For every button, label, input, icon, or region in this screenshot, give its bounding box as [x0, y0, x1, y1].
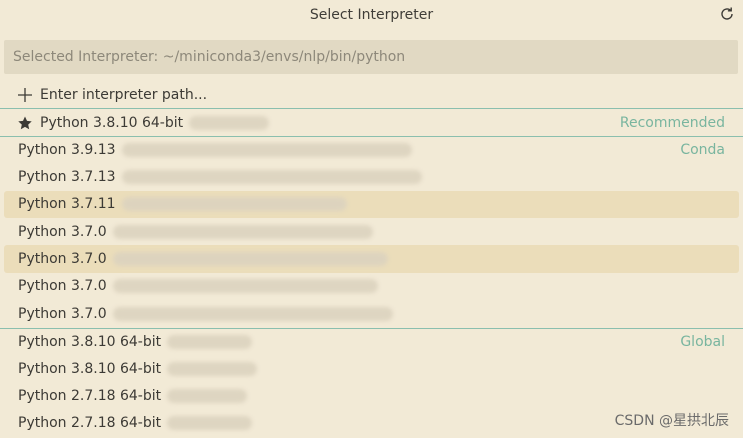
redacted-path [121, 197, 347, 212]
interpreter-label: Python 3.7.13 [18, 168, 116, 185]
recommended-tag: Recommended [619, 114, 725, 131]
plus-icon [18, 87, 32, 102]
redacted-path [189, 115, 270, 130]
interpreter-item-global-3[interactable]: Python 2.7.18 64-bit [4, 382, 739, 409]
redacted-path [112, 279, 378, 294]
redacted-path [121, 169, 422, 184]
star-icon-slot [4, 116, 40, 130]
interpreter-label: Python 3.7.0 [18, 251, 107, 268]
redacted-path [121, 142, 412, 157]
redacted-path [167, 334, 253, 349]
picker-title: Select Interpreter [309, 7, 434, 23]
redacted-path [112, 306, 393, 321]
interpreter-item-conda-3[interactable]: Python 3.7.11 [4, 190, 739, 218]
interpreter-item-global-2[interactable]: Python 3.8.10 64-bit [4, 355, 739, 382]
interpreter-label: Python 3.7.0 [18, 278, 107, 295]
interpreter-label: Python 3.8.10 64-bit [40, 114, 184, 131]
interpreter-label: Python 2.7.18 64-bit [18, 387, 162, 404]
interpreter-label: Python 3.7.0 [18, 305, 107, 322]
interpreter-item-recommended[interactable]: Python 3.8.10 64-bit Recommended [0, 108, 743, 135]
redacted-path [167, 388, 248, 403]
interpreter-item-global-1[interactable]: Python 3.8.10 64-bit Global [0, 327, 743, 355]
interpreter-item-conda-5[interactable]: Python 3.7.0 [4, 245, 739, 273]
interpreter-item-conda-6[interactable]: Python 3.7.0 [4, 273, 739, 300]
plus-icon-slot [4, 87, 40, 102]
interpreter-label: Python 3.9.13 [18, 141, 116, 158]
interpreter-label: Python 3.8.10 64-bit [18, 360, 162, 377]
interpreter-item-conda-2[interactable]: Python 3.7.13 [4, 163, 739, 190]
refresh-icon [721, 7, 733, 20]
refresh-button[interactable] [717, 4, 737, 24]
interpreter-list: Enter interpreter path... Python 3.8.10 … [0, 81, 743, 437]
redacted-path [167, 361, 258, 376]
conda-tag: Conda [680, 141, 725, 158]
global-tag: Global [680, 333, 725, 350]
star-icon [18, 116, 32, 129]
enter-path-item[interactable]: Enter interpreter path... [4, 81, 739, 108]
redacted-path [112, 252, 388, 267]
interpreter-item-conda-7[interactable]: Python 3.7.0 [4, 300, 739, 327]
enter-path-label: Enter interpreter path... [40, 86, 208, 103]
title-bar: Select Interpreter [0, 0, 743, 30]
redacted-path [167, 416, 253, 431]
interpreter-item-conda-4[interactable]: Python 3.7.0 [4, 218, 739, 245]
interpreter-input-field[interactable] [13, 49, 738, 65]
interpreter-label: Python 2.7.18 64-bit [18, 415, 162, 432]
watermark: CSDN @星拱北辰 [614, 413, 729, 429]
interpreter-label: Python 3.7.0 [18, 223, 107, 240]
redacted-path [112, 224, 373, 239]
interpreter-label: Python 3.7.11 [18, 196, 116, 213]
interpreter-input[interactable] [4, 40, 738, 74]
interpreter-item-conda-1[interactable]: Python 3.9.13 Conda [0, 135, 743, 163]
interpreter-label: Python 3.8.10 64-bit [18, 333, 162, 350]
